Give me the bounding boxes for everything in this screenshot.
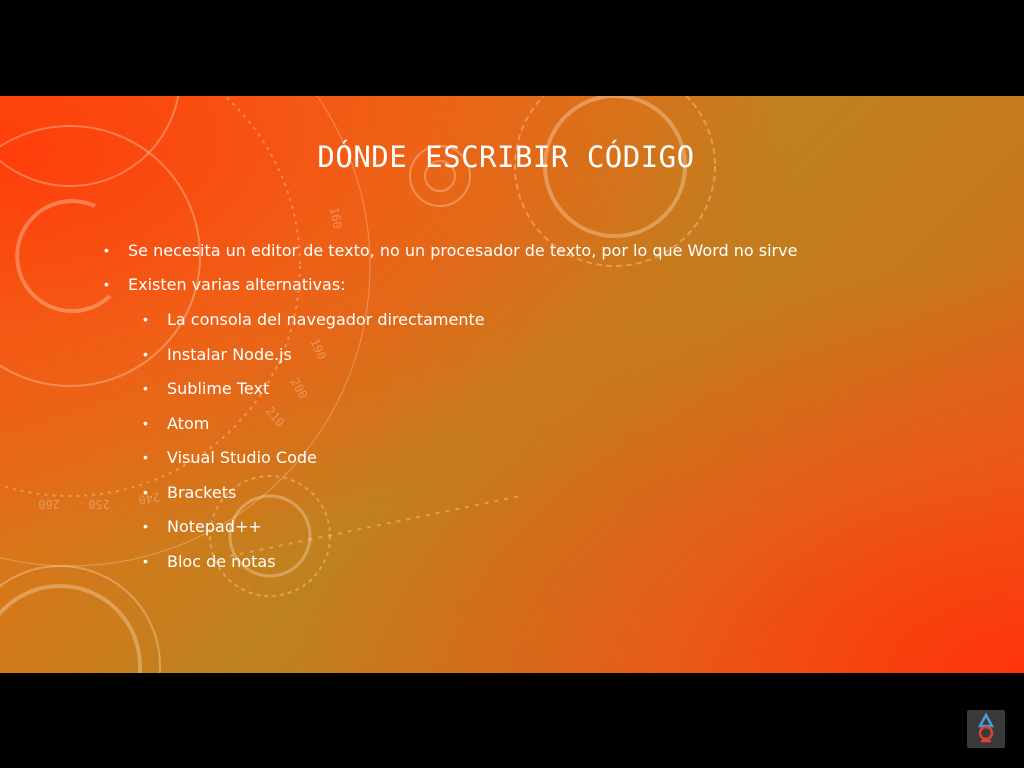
sub-bullet-dot: • [143,518,148,534]
sub-bullet-dot: • [143,484,148,500]
sub-bullet-dot: • [143,346,148,362]
sub-bullet-item: Atom [167,414,210,433]
sub-bullet-item: La consola del navegador directamente [167,310,485,329]
sub-bullet-dot: • [143,415,148,431]
sub-bullet-item: Notepad++ [167,517,262,536]
bullet-item: Se necesita un editor de texto, no un pr… [128,241,798,260]
sub-bullet-item: Sublime Text [167,379,270,398]
sub-bullet-item: Bloc de notas [167,552,276,571]
sub-bullet-item: Instalar Node.js [167,345,292,364]
bullet-dot: • [104,276,109,292]
sub-bullet-dot: • [143,449,148,465]
sub-bullet-dot: • [143,380,148,396]
letterbox-bottom [0,673,1024,768]
presentation-slide: 160 190 200 210 260 250 240 DÓNDE ESCRIB… [0,96,1024,673]
sub-bullet-item: Brackets [167,483,237,502]
delta-omega-logo-icon [967,710,1005,748]
bullet-dot: • [104,242,109,258]
sub-bullet-dot: • [143,311,148,327]
bullet-list: • Se necesita un editor de texto, no un … [0,96,1024,673]
bullet-item: Existen varias alternativas: [128,275,346,294]
sub-bullet-item: Visual Studio Code [167,448,317,467]
letterbox-top [0,0,1024,96]
sub-bullet-dot: • [143,553,148,569]
